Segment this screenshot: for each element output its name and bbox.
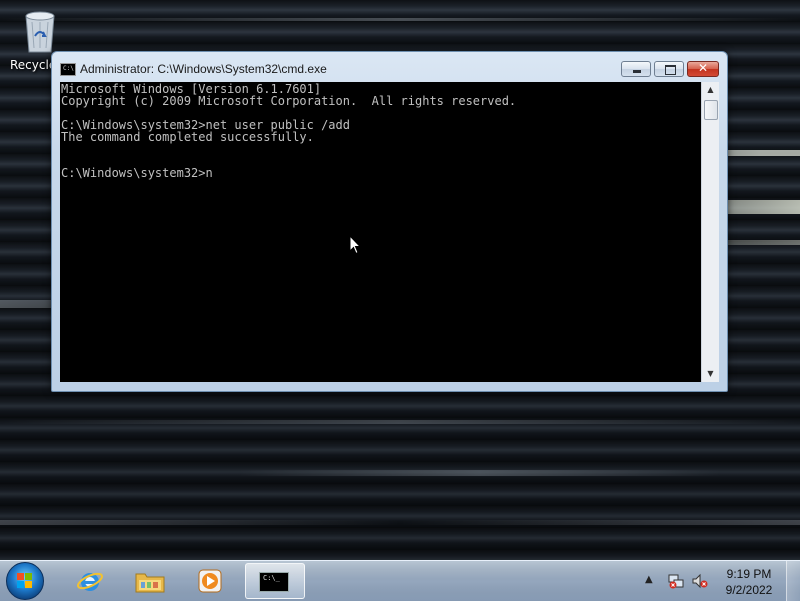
vertical-scrollbar[interactable]: ▲ ▼	[701, 82, 719, 382]
taskbar: C:\_ ▲ 9:19 PM 9/2/2022	[0, 560, 800, 601]
console-output[interactable]: Microsoft Windows [Version 6.1.7601] Cop…	[60, 82, 701, 382]
close-button[interactable]: ✕	[687, 61, 719, 77]
start-button[interactable]	[6, 562, 44, 600]
window-title: Administrator: C:\Windows\System32\cmd.e…	[80, 62, 327, 76]
media-player-icon	[198, 569, 222, 593]
taskbar-windows-explorer[interactable]	[123, 563, 179, 599]
maximize-icon	[665, 65, 676, 75]
clock-date: 9/2/2022	[725, 583, 773, 597]
title-bar[interactable]: C:\ Administrator: C:\Windows\System32\c…	[52, 52, 727, 82]
mouse-cursor-icon	[349, 235, 361, 255]
cmd-title-icon: C:\	[60, 63, 76, 76]
taskbar-media-player[interactable]	[182, 563, 238, 599]
clock-time: 9:19 PM	[726, 567, 772, 581]
show-desktop-button[interactable]	[786, 561, 800, 601]
close-icon: ✕	[697, 61, 709, 75]
taskbar-internet-explorer[interactable]	[62, 563, 118, 599]
cmd-window[interactable]: C:\ Administrator: C:\Windows\System32\c…	[51, 51, 728, 392]
scroll-thumb[interactable]	[704, 100, 718, 120]
console-text: Microsoft Windows [Version 6.1.7601] Cop…	[61, 82, 517, 180]
folder-icon	[135, 573, 165, 593]
maximize-button[interactable]	[654, 61, 684, 77]
network-icon[interactable]	[668, 573, 684, 589]
windows-flag-icon	[17, 573, 33, 589]
minimize-button[interactable]	[621, 61, 651, 77]
show-hidden-icons-icon[interactable]: ▲	[645, 574, 653, 585]
recycle-bin-icon	[25, 11, 55, 53]
scroll-down-arrow-icon[interactable]: ▼	[702, 366, 719, 382]
cmd-icon: C:\_	[259, 572, 289, 592]
taskbar-command-prompt[interactable]: C:\_	[245, 563, 305, 599]
system-clock[interactable]: 9:19 PM 9/2/2022	[718, 566, 780, 598]
desktop-icon-label: Recycle	[10, 58, 57, 72]
volume-muted-icon[interactable]	[692, 573, 708, 589]
ie-icon	[77, 572, 103, 591]
minimize-icon	[633, 70, 641, 73]
scroll-up-arrow-icon[interactable]: ▲	[702, 82, 719, 98]
